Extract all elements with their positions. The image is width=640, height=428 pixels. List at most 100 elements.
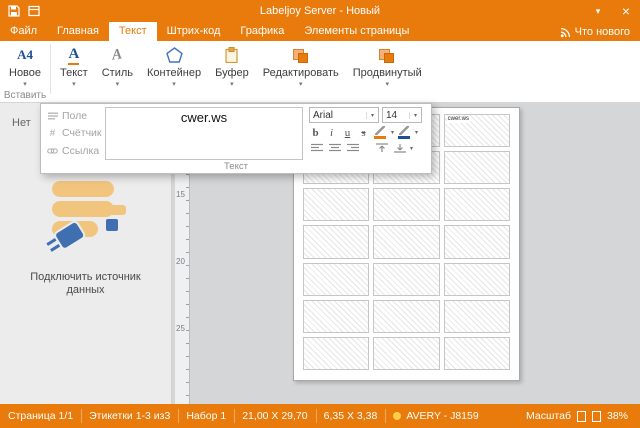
save-icon[interactable] (7, 4, 21, 18)
field-icon (47, 112, 58, 120)
new-label-icon: A4 (17, 45, 33, 65)
counter-icon: # (47, 128, 58, 139)
label-cell[interactable] (444, 337, 510, 370)
ribbon-button-edit[interactable]: Редактировать ▾ (256, 41, 346, 97)
ribbon-button-label: Стиль (102, 67, 133, 79)
ribbon-button-clipboard[interactable]: Буфер ▾ (208, 41, 256, 97)
text-editor-value: cwer.ws (181, 110, 227, 125)
ribbon-button-style[interactable]: A Стиль ▾ (95, 41, 140, 97)
label-cell[interactable] (444, 151, 510, 184)
tab-file[interactable]: Файл (0, 22, 47, 41)
tab-home[interactable]: Главная (47, 22, 109, 41)
tab-graphics[interactable]: Графика (230, 22, 294, 41)
text-format-controls: Arial ▾ 14 ▾ b i u s ▾ ▾ (307, 106, 429, 161)
customize-toolbar-icon[interactable] (27, 4, 41, 18)
fit-width-icon[interactable] (592, 411, 601, 422)
align-right-button[interactable] (345, 142, 360, 154)
ribbon-button-container[interactable]: Контейнер ▾ (140, 41, 208, 97)
titlebar: Labeljoy Server - Новый ▾ × (0, 0, 640, 22)
align-left-button[interactable] (309, 142, 324, 154)
close-icon[interactable]: × (612, 0, 640, 22)
style-icon: A (111, 44, 124, 65)
status-page-size: 21,00 X 29,70 (234, 404, 315, 428)
italic-button[interactable]: i (325, 126, 338, 139)
status-page: Страница 1/1 (0, 404, 81, 428)
ribbon-button-label: Продвинутый (353, 67, 422, 79)
chevron-down-icon[interactable]: ▾ (584, 0, 612, 22)
fit-page-icon[interactable] (577, 411, 586, 422)
label-cell[interactable] (444, 188, 510, 221)
menu-item-label: Ссылка (62, 145, 99, 157)
label-cell[interactable] (373, 337, 439, 370)
connect-data-source-button[interactable]: Подключить источник данных (0, 175, 171, 297)
ribbon-button-label: Буфер (215, 67, 249, 79)
advanced-icon (379, 45, 395, 65)
tab-text[interactable]: Текст (109, 22, 157, 41)
status-template[interactable]: AVERY - J8159 (385, 404, 486, 428)
label-cell[interactable]: cwer.ws (444, 114, 510, 147)
label-cell[interactable] (373, 300, 439, 333)
valign-bottom-button[interactable] (392, 142, 407, 154)
font-size-select[interactable]: 14 ▾ (382, 107, 422, 123)
menu-item-counter[interactable]: # Счётчик (43, 126, 103, 141)
font-color-button[interactable] (397, 126, 412, 139)
label-cell[interactable] (373, 263, 439, 296)
zoom-controls: Масштаб 38% (526, 410, 640, 422)
label-cell[interactable] (373, 188, 439, 221)
ribbon-button-label: Контейнер (147, 67, 201, 79)
zoom-value: 38% (607, 410, 628, 422)
label-cell[interactable] (303, 263, 369, 296)
label-cell[interactable] (444, 225, 510, 258)
text-editor[interactable]: cwer.ws (105, 107, 303, 160)
bold-button[interactable]: b (309, 126, 322, 139)
menu-item-label: Поле (62, 110, 87, 122)
label-cell[interactable] (373, 225, 439, 258)
align-center-button[interactable] (327, 142, 342, 154)
text-panel-menu: Поле # Счётчик Ссылка (43, 106, 103, 161)
chevron-down-icon: ▾ (410, 145, 413, 152)
tab-barcode[interactable]: Штрих-код (157, 22, 231, 41)
clipboard-icon (225, 45, 238, 65)
ribbon-button-label: Редактировать (263, 67, 339, 79)
highlight-color-button[interactable] (373, 126, 388, 139)
ruler-label: 15 (176, 190, 185, 199)
text-dropdown-panel: Поле # Счётчик Ссылка cwer.ws Arial ▾ (40, 103, 432, 174)
font-family-select[interactable]: Arial ▾ (309, 107, 379, 123)
status-labels-range: Этикетки 1-3 из3 (81, 404, 178, 428)
chevron-down-icon: ▾ (409, 112, 421, 119)
ribbon-button-label: Текст (60, 67, 88, 79)
font-size-value: 14 (383, 110, 409, 121)
menu-item-field[interactable]: Поле (43, 108, 103, 123)
ribbon-group-label: Вставить (2, 90, 48, 101)
ribbon-button-advanced[interactable]: Продвинутый ▾ (346, 41, 429, 97)
label-cell[interactable] (303, 300, 369, 333)
ribbon-tabs: Файл Главная Текст Штрих-код Графика Эле… (0, 22, 640, 41)
chevron-down-icon: ▾ (385, 81, 389, 89)
window-controls: ▾ × (584, 0, 640, 22)
chevron-down-icon: ▾ (172, 81, 176, 89)
ribbon: A4 Новое ▾ Вставить A Текст ▾ A Стиль ▾ … (0, 41, 640, 103)
ribbon-group-insert: A4 Новое ▾ Вставить (2, 41, 48, 102)
ribbon-button-label: Новое (9, 67, 41, 79)
chevron-down-icon: ▾ (391, 129, 394, 136)
label-cell[interactable] (303, 225, 369, 258)
window-title: Labeljoy Server - Новый (0, 5, 640, 17)
underline-button[interactable]: u (341, 126, 354, 139)
strikethrough-button[interactable]: s (357, 126, 370, 139)
valign-top-button[interactable] (374, 142, 389, 154)
tab-page-elements[interactable]: Элементы страницы (294, 22, 419, 41)
chevron-down-icon: ▾ (366, 112, 378, 119)
whats-new-link[interactable]: Что нового (560, 26, 640, 41)
menu-item-link[interactable]: Ссылка (43, 144, 103, 159)
ribbon-button-new[interactable]: A4 Новое ▾ (2, 41, 48, 97)
label-cell[interactable] (444, 263, 510, 296)
label-cell[interactable] (303, 337, 369, 370)
edit-icon (293, 45, 309, 65)
status-template-label: AVERY - J8159 (406, 410, 478, 422)
label-cell[interactable] (303, 188, 369, 221)
connect-data-source-label: Подключить источник данных (16, 271, 156, 297)
statusbar: Страница 1/1 Этикетки 1-3 из3 Набор 1 21… (0, 404, 640, 428)
zoom-label: Масштаб (526, 410, 571, 422)
ribbon-button-text[interactable]: A Текст ▾ (53, 41, 95, 97)
label-cell[interactable] (444, 300, 510, 333)
